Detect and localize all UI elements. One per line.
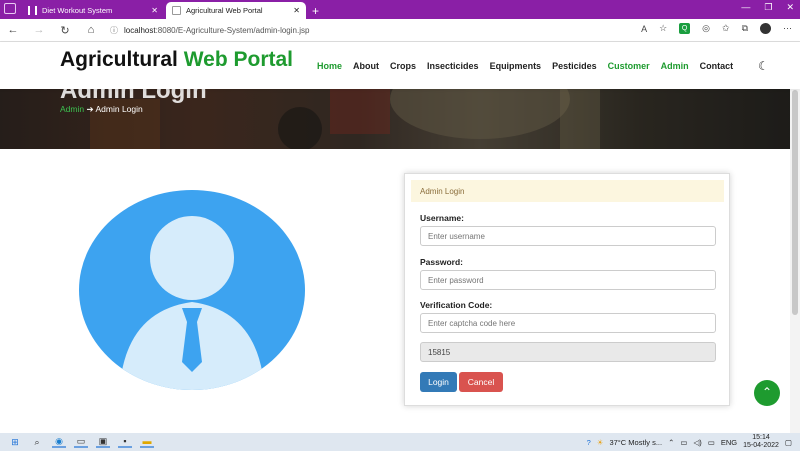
brand-text-green: Web Portal (183, 48, 293, 71)
nav-contact[interactable]: Contact (700, 61, 734, 71)
breadcrumb: Admin ➔ Admin Login (60, 104, 143, 115)
close-tab-icon[interactable]: ✕ (151, 6, 158, 15)
password-input[interactable] (420, 270, 716, 290)
tab-diet-workout[interactable]: Diet Workout System ✕ (22, 2, 164, 19)
extension-icon[interactable]: Q (679, 23, 691, 34)
refresh-icon[interactable]: ↻ (52, 24, 78, 37)
minimize-icon[interactable]: — (741, 2, 750, 13)
help-icon[interactable]: ? (587, 438, 591, 447)
tab-actions-icon[interactable] (4, 3, 16, 14)
nav-admin[interactable]: Admin (661, 61, 689, 71)
username-label: Username: (420, 213, 464, 223)
nav-customer[interactable]: Customer (608, 61, 650, 71)
volume-icon[interactable]: ◁) (693, 438, 701, 447)
sync-icon[interactable]: ◎ (702, 23, 710, 34)
nav-pesticides[interactable]: Pesticides (552, 61, 597, 71)
login-button[interactable]: Login (420, 372, 457, 392)
new-tab-icon[interactable]: + (312, 4, 319, 18)
breadcrumb-link[interactable]: Admin (60, 104, 84, 114)
browser-toolbar: A ☆ Q ◎ ✩ ⧉ ⋯ (641, 23, 792, 34)
network-icon[interactable]: ▭ (680, 438, 687, 447)
page-icon (28, 6, 37, 15)
info-icon[interactable]: ⓘ (110, 25, 118, 36)
weather-icon[interactable]: ☀ (597, 438, 604, 447)
breadcrumb-current: Admin Login (95, 104, 143, 114)
scrollbar-thumb[interactable] (792, 90, 798, 315)
login-form-card: Admin Login Username: Password: Verifica… (404, 173, 730, 406)
favorite-icon[interactable]: ☆ (659, 23, 667, 34)
page-hero: Admin Login Admin ➔ Admin Login (0, 89, 800, 149)
username-input[interactable] (420, 226, 716, 246)
nav-crops[interactable]: Crops (390, 61, 416, 71)
terminal-icon[interactable]: ▭ (74, 436, 88, 448)
cancel-button[interactable]: Cancel (459, 372, 503, 392)
url-host: localhost (124, 25, 156, 35)
nav-about[interactable]: About (353, 61, 379, 71)
clock-time: 15:14 (752, 434, 770, 441)
captcha-code-display: 15815 (420, 342, 716, 362)
clock-date: 15-04-2022 (743, 442, 779, 449)
file-explorer-icon[interactable]: ▬ (140, 436, 154, 448)
page-icon (172, 6, 181, 15)
chevron-up-icon: ⌃ (761, 385, 773, 399)
system-tray: ? ☀ 37°C Mostly s... ⌃ ▭ ◁) ▭ ENG 15:14 … (587, 433, 792, 451)
close-window-icon[interactable]: ✕ (786, 2, 794, 13)
page-scrollbar[interactable] (790, 42, 800, 433)
window-controls: — ❐ ✕ (741, 2, 794, 13)
url-path: :8080/E-Agriculture-System/admin-login.j… (155, 25, 310, 35)
collections-icon[interactable]: ⧉ (742, 23, 748, 34)
main-nav: Home About Crops Insecticides Equipments… (317, 61, 744, 71)
nav-equipments[interactable]: Equipments (490, 61, 542, 71)
battery-icon[interactable]: ▭ (708, 438, 715, 447)
profile-avatar[interactable] (760, 23, 771, 34)
captcha-label: Verification Code: (420, 300, 493, 310)
weather-text[interactable]: 37°C Mostly s... (609, 438, 662, 447)
nav-insecticides[interactable]: Insecticides (427, 61, 479, 71)
url-field[interactable]: ⓘ localhost:8080/E-Agriculture-System/ad… (110, 25, 309, 36)
captcha-input[interactable] (420, 313, 716, 333)
tray-chevron-icon[interactable]: ⌃ (668, 438, 674, 447)
tab-agricultural-portal[interactable]: Agricultural Web Portal ✕ (166, 2, 306, 19)
more-icon[interactable]: ⋯ (783, 23, 792, 34)
app-icon[interactable]: ▣ (96, 436, 110, 448)
read-aloud-icon[interactable]: A (641, 24, 647, 34)
back-to-top-button[interactable]: ⌃ (754, 380, 780, 406)
restore-icon[interactable]: ❐ (764, 2, 772, 13)
site-logo[interactable]: Agricultural Web Portal (60, 48, 293, 72)
brand-text: Agricultural (60, 48, 178, 71)
browser-tab-bar: Diet Workout System ✕ Agricultural Web P… (0, 0, 800, 19)
tab-title: Agricultural Web Portal (186, 6, 263, 15)
hero-title: Admin Login (60, 89, 207, 104)
command-prompt-icon[interactable]: ▪ (118, 436, 132, 448)
favorites-bar-icon[interactable]: ✩ (722, 23, 730, 34)
site-header: Agricultural Web Portal Home About Crops… (0, 42, 800, 89)
windows-start-icon[interactable]: ⊞ (8, 436, 22, 448)
windows-taskbar: ⊞ ⌕ ◉ ▭ ▣ ▪ ▬ ? ☀ 37°C Mostly s... ⌃ ▭ ◁… (0, 433, 800, 451)
password-label: Password: (420, 257, 463, 267)
tab-title: Diet Workout System (42, 6, 113, 15)
clock[interactable]: 15:14 15-04-2022 (743, 434, 779, 450)
edge-browser-icon[interactable]: ◉ (52, 436, 66, 448)
close-tab-icon[interactable]: ✕ (293, 6, 300, 15)
notifications-icon[interactable]: ▢ (785, 438, 792, 447)
back-icon[interactable]: ← (0, 24, 26, 36)
home-icon[interactable]: ⌂ (78, 24, 104, 36)
forward-icon[interactable]: → (26, 24, 52, 36)
login-card-header: Admin Login (411, 180, 724, 202)
search-icon[interactable]: ⌕ (30, 436, 44, 448)
address-bar: ← → ↻ ⌂ ⓘ localhost:8080/E-Agriculture-S… (0, 19, 800, 42)
language-indicator[interactable]: ENG (721, 438, 737, 447)
dark-mode-toggle-icon[interactable]: ☾ (758, 59, 769, 73)
user-avatar-illustration (79, 190, 305, 390)
nav-home[interactable]: Home (317, 61, 342, 71)
